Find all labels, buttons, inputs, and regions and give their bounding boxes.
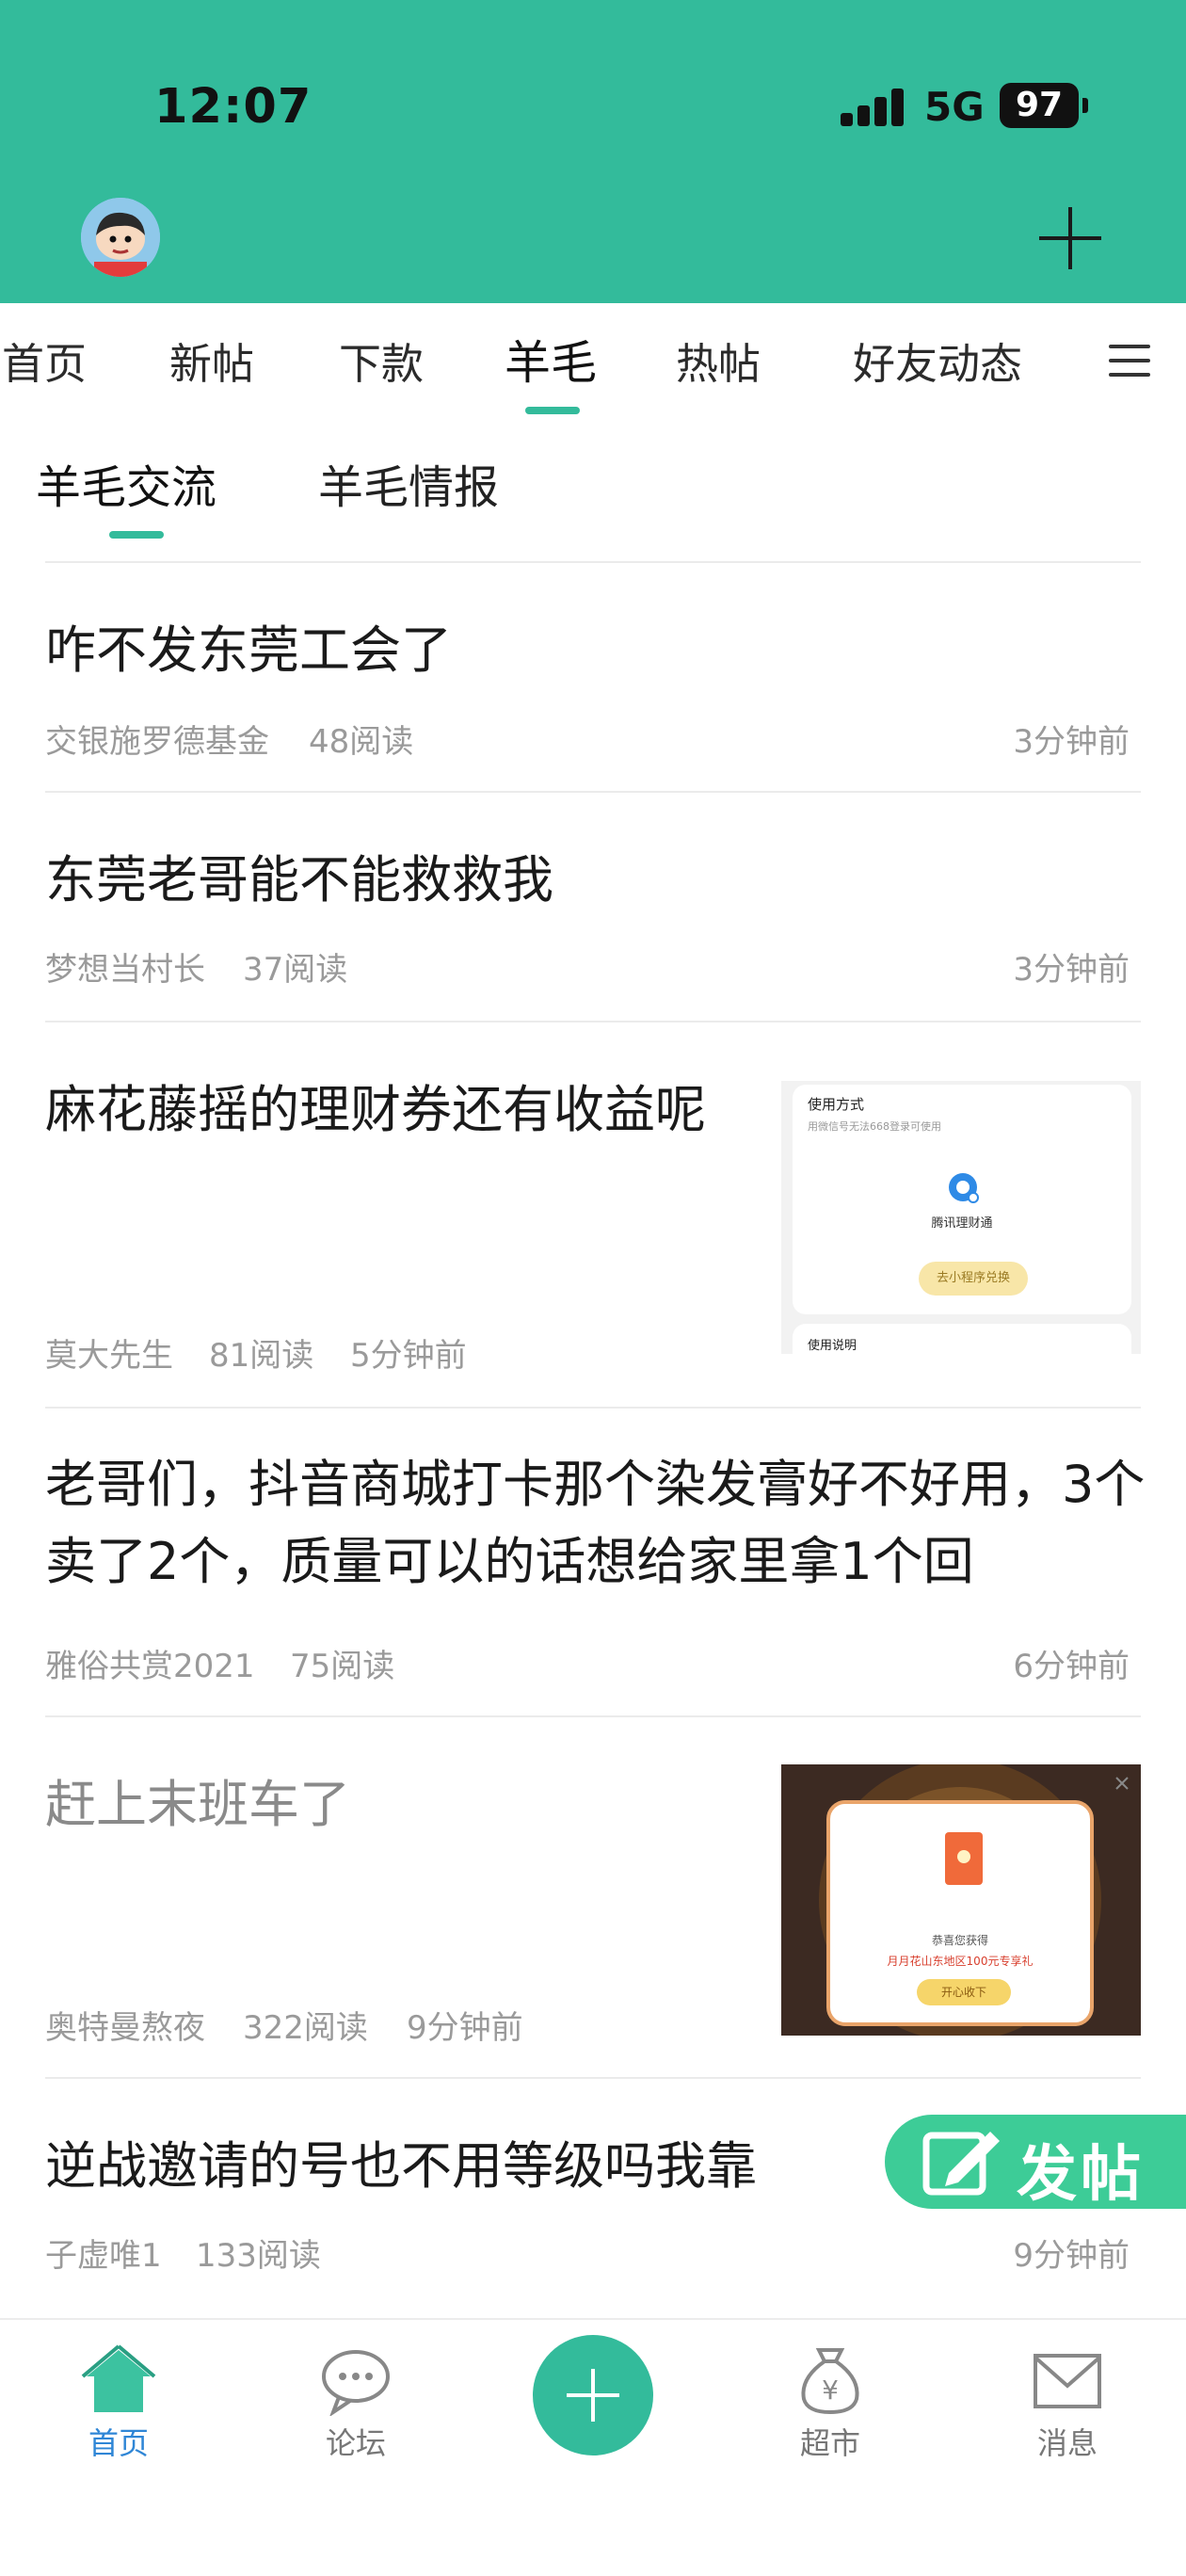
post-time: 6分钟前 (1013, 1648, 1130, 1685)
post-title[interactable]: 赶上末班车了 (45, 1763, 350, 1837)
divider (45, 2077, 1141, 2079)
battery-nub (1082, 98, 1088, 113)
post-author: 交银施罗德基金 (45, 723, 269, 761)
battery-indicator: 97 (1000, 83, 1079, 128)
tabbar-label: 消息 (1036, 2425, 1098, 2461)
divider (45, 1021, 1141, 1022)
subtab-wool-exchange[interactable]: 羊毛交流 (36, 450, 216, 516)
app-screen: 12:07 5G 97 首页 新帖 下款 羊毛 热帖 好友动态 羊毛交流 羊毛情… (0, 0, 1186, 2576)
tabbar-create-button[interactable] (533, 2335, 653, 2455)
floating-post-label: 发帖 (1017, 2139, 1145, 2210)
tencent-wealth-icon (949, 1173, 979, 1203)
svg-text:¥: ¥ (822, 2375, 839, 2406)
post-time: 9分钟前 (1013, 2237, 1130, 2275)
active-tab-indicator (525, 407, 580, 414)
avatar[interactable] (81, 198, 160, 277)
network-type: 5G (924, 84, 985, 130)
prize-accept-button: 开心收下 (917, 1979, 1011, 2005)
prize-popup: 恭喜您获得 月月花山东地区100元专享礼 开心收下 (826, 1800, 1094, 2026)
tab-new-posts[interactable]: 新帖 (169, 330, 254, 391)
post-author: 莫大先生 (45, 1337, 173, 1375)
subtab-wool-intel[interactable]: 羊毛情报 (318, 450, 499, 516)
plus-icon (1039, 207, 1101, 269)
post-reads: 133阅读 (196, 2237, 321, 2275)
cartoon-avatar-icon (81, 198, 160, 277)
top-nav: 首页 新帖 下款 羊毛 热帖 好友动态 (0, 303, 1186, 414)
hamburger-icon[interactable] (1109, 345, 1150, 377)
tabbar-messages[interactable]: 消息 (949, 2320, 1186, 2508)
post-reads: 322阅读 (243, 2009, 368, 2047)
post-reads: 37阅读 (243, 951, 348, 989)
tab-hot-posts[interactable]: 热帖 (676, 330, 761, 391)
chat-bubble-icon (322, 2350, 390, 2416)
thumbnail-footer: 使用说明 (808, 1339, 857, 1353)
post-author: 奥特曼熬夜 (45, 2009, 205, 2047)
divider (45, 1407, 1141, 1409)
thumbnail-heading: 使用方式 (808, 1096, 865, 1113)
post-author: 子虚唯1 (45, 2237, 162, 2275)
post-reads: 81阅读 (209, 1337, 314, 1375)
post-reads: 48阅读 (309, 723, 414, 761)
post-time: 3分钟前 (1013, 951, 1130, 989)
prize-detail-text: 月月花山东地区100元专享礼 (887, 1955, 1034, 1968)
plus-icon (567, 2369, 619, 2422)
active-subtab-indicator (109, 531, 164, 539)
post-reads: 75阅读 (290, 1648, 395, 1685)
tab-home[interactable]: 首页 (2, 330, 87, 391)
post-time: 9分钟前 (407, 2009, 523, 2047)
post-author: 梦想当村长 (45, 951, 205, 989)
divider (45, 1715, 1141, 1717)
tabbar-label: 论坛 (325, 2425, 386, 2461)
divider (45, 561, 1141, 563)
tab-loans[interactable]: 下款 (339, 330, 424, 391)
thumbnail-desc: 用微信号无法668登录可使用 (808, 1120, 941, 1133)
tabbar-forum[interactable]: 论坛 (237, 2320, 474, 2508)
post-time: 5分钟前 (350, 1337, 467, 1375)
red-envelope-icon (945, 1832, 983, 1885)
post-thumbnail[interactable]: 使用方式 用微信号无法668登录可使用 腾讯理财通 去小程序兑换 使用说明 (781, 1081, 1141, 1354)
post-author: 雅俗共赏2021 (45, 1648, 255, 1685)
thumbnail-card: 使用方式 用微信号无法668登录可使用 腾讯理财通 去小程序兑换 (793, 1085, 1131, 1314)
post-title[interactable]: 老哥们，抖音商城打卡那个染发膏好不好用，3个卖了2个，质量可以的话想给家里拿1个… (45, 1446, 1156, 1601)
tabbar-label: 首页 (88, 2425, 149, 2461)
home-icon (81, 2344, 156, 2412)
thumbnail-app-name: 腾讯理财通 (931, 1216, 993, 1231)
tab-friend-feed[interactable]: 好友动态 (853, 330, 1022, 391)
post-title[interactable]: 麻花藤摇的理财券还有收益呢 (45, 1068, 706, 1142)
tab-wool[interactable]: 羊毛 (505, 326, 597, 393)
edit-icon (922, 2132, 1000, 2196)
divider (45, 791, 1141, 793)
tabbar-home[interactable]: 首页 (0, 2320, 237, 2508)
app-header: 12:07 5G 97 (0, 0, 1186, 303)
mail-icon (1034, 2354, 1101, 2408)
add-button[interactable] (1034, 201, 1107, 275)
post-thumbnail[interactable]: 恭喜您获得 月月花山东地区100元专享礼 开心收下 (781, 1764, 1141, 2036)
post-time: 3分钟前 (1013, 723, 1130, 761)
prize-congrats-text: 恭喜您获得 (931, 1934, 988, 1947)
post-title[interactable]: 东莞老哥能不能救救我 (45, 838, 553, 912)
money-bag-icon: ¥ (801, 2348, 859, 2415)
tabbar-label: 超市 (799, 2425, 860, 2461)
thumbnail-redeem-button: 去小程序兑换 (919, 1262, 1028, 1296)
floating-post-button[interactable]: 发帖 (885, 2115, 1186, 2210)
status-time: 12:07 (154, 79, 313, 135)
bottom-tab-bar: 首页 论坛 ¥ 超市 消息 (0, 2318, 1186, 2576)
tabbar-market[interactable]: ¥ 超市 (712, 2320, 949, 2508)
cellular-signal-icon (841, 89, 905, 126)
post-title[interactable]: 逆战邀请的号也不用等级吗我靠 (45, 2124, 757, 2198)
post-title[interactable]: 咋不发东莞工会了 (45, 608, 452, 683)
thumbnail-card: 使用说明 (793, 1324, 1131, 1354)
